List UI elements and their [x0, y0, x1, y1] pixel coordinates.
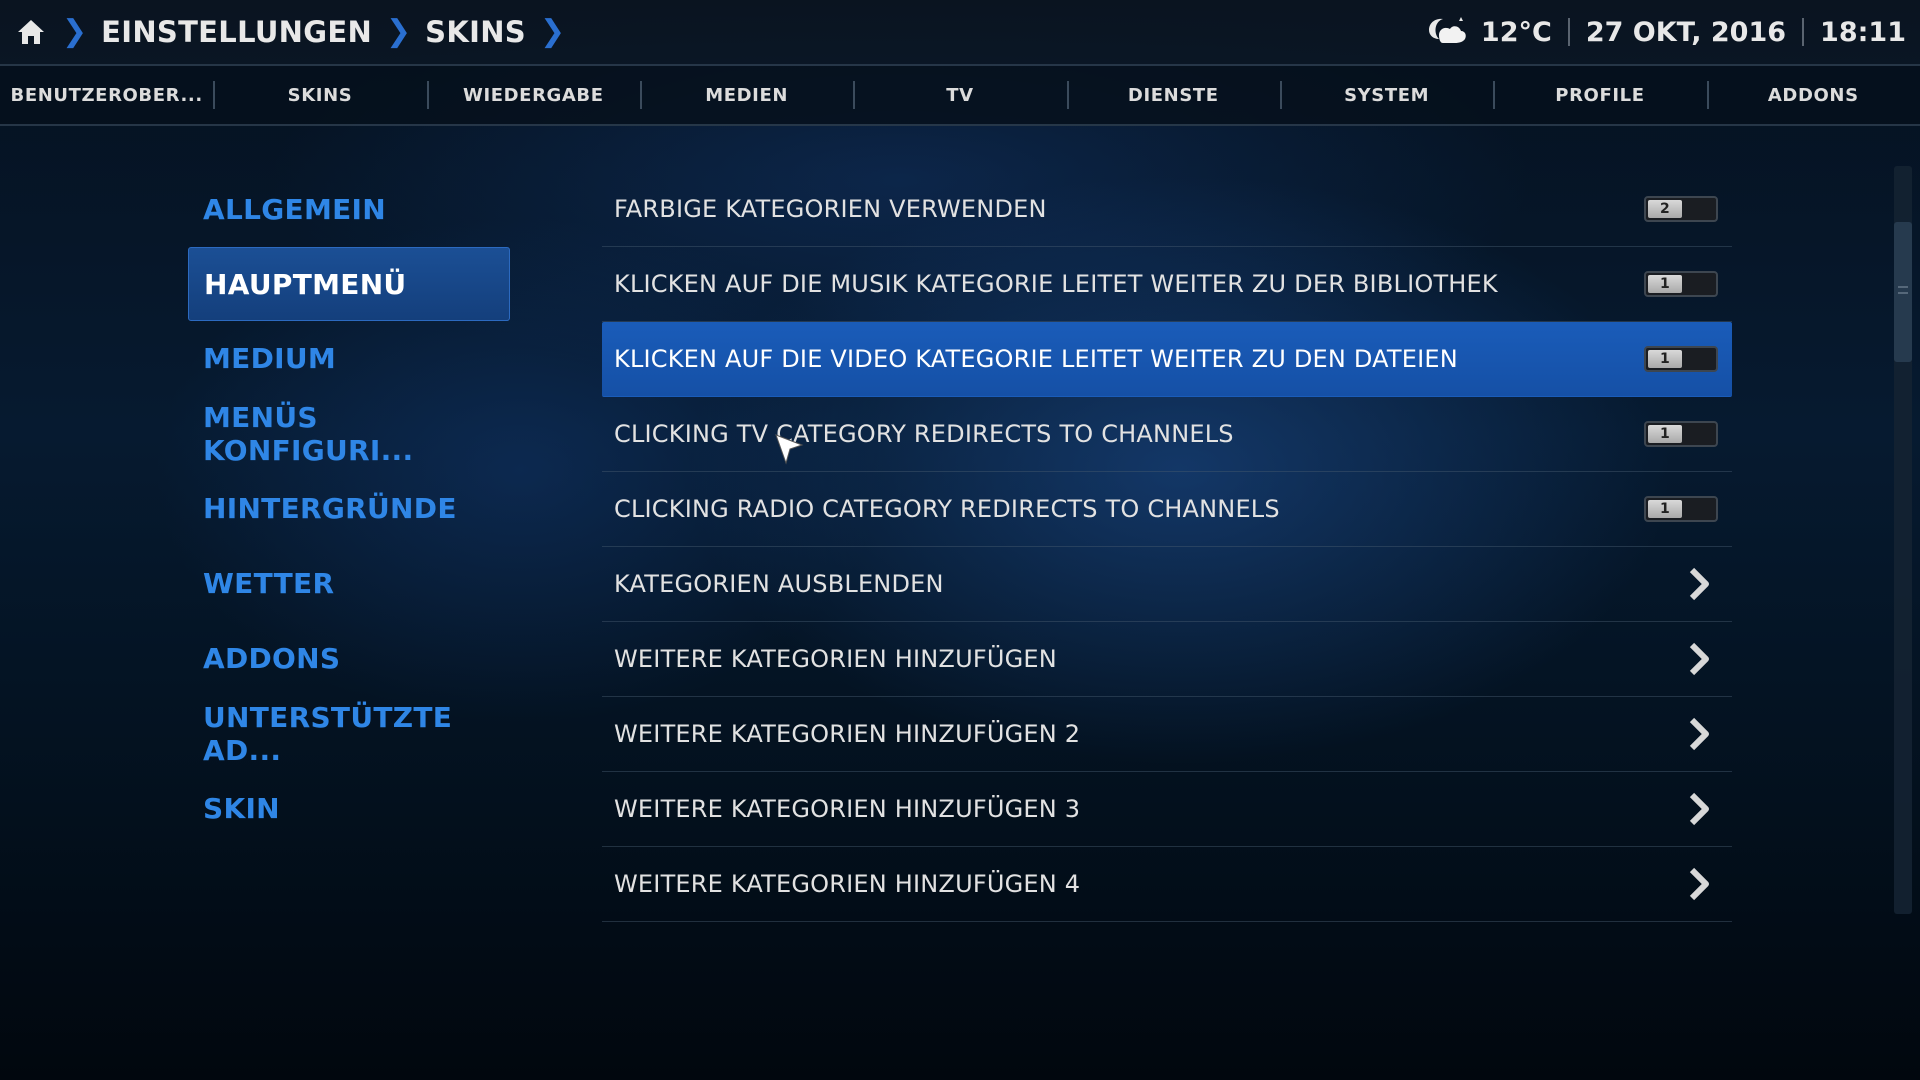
setting-label: KATEGORIEN AUSBLENDEN: [614, 570, 944, 598]
setting-row-kategorien-ausblenden[interactable]: KATEGORIEN AUSBLENDEN: [602, 547, 1732, 622]
breadcrumb-separator-icon: ❯: [386, 14, 412, 49]
clock-label: 18:11: [1820, 16, 1906, 48]
toggle-switch[interactable]: 1: [1644, 421, 1718, 447]
top-bar: ❯ EINSTELLUNGEN ❯ SKINS ❯ 12°C 27 OKT, 2…: [0, 0, 1920, 64]
temperature-label: 12°C: [1480, 16, 1552, 48]
partly-cloudy-night-icon: [1428, 17, 1466, 43]
toggle-switch[interactable]: 1: [1644, 346, 1718, 372]
menu-item-addons[interactable]: ADDONS: [188, 621, 510, 696]
toggle-knob: 1: [1648, 500, 1682, 518]
menu-item-allgemein[interactable]: ALLGEMEIN: [188, 172, 510, 247]
menu-item-menues-konfigurieren[interactable]: MENÜS KONFIGURI...: [188, 396, 510, 471]
setting-row-tv-channels[interactable]: CLICKING TV CATEGORY REDIRECTS TO CHANNE…: [602, 397, 1732, 472]
chevron-right-icon: [1689, 867, 1709, 901]
scrollbar-grip: [1898, 286, 1908, 288]
scrollbar[interactable]: [1894, 166, 1912, 914]
setting-label: FARBIGE KATEGORIEN VERWENDEN: [614, 195, 1047, 223]
breadcrumb-separator-icon: ❯: [539, 14, 566, 49]
menu-item-medium[interactable]: MEDIUM: [188, 321, 510, 396]
setting-row-weitere-kategorien-4[interactable]: WEITERE KATEGORIEN HINZUFÜGEN 4: [602, 847, 1732, 922]
tab-benutzeroberflaeche[interactable]: BENUTZEROBER...: [0, 66, 213, 124]
setting-row-video-dateien[interactable]: KLICKEN AUF DIE VIDEO KATEGORIE LEITET W…: [602, 322, 1732, 397]
chevron-right-icon: [1689, 642, 1709, 676]
setting-row-weitere-kategorien[interactable]: WEITERE KATEGORIEN HINZUFÜGEN: [602, 622, 1732, 697]
toggle-switch[interactable]: 1: [1644, 271, 1718, 297]
section-menu: ALLGEMEIN HAUPTMENÜ MEDIUM MENÜS KONFIGU…: [188, 172, 510, 846]
toggle-knob: 2: [1648, 200, 1682, 218]
toggle-switch[interactable]: 2: [1644, 196, 1718, 222]
breadcrumb-separator-icon: ❯: [62, 14, 88, 49]
scrollbar-grip: [1898, 292, 1908, 294]
setting-label: CLICKING RADIO CATEGORY REDIRECTS TO CHA…: [614, 495, 1280, 523]
tab-medien[interactable]: MEDIEN: [639, 66, 853, 124]
status-area: 12°C 27 OKT, 2016 18:11: [1425, 0, 1906, 64]
setting-row-farbige-kategorien[interactable]: FARBIGE KATEGORIEN VERWENDEN 2: [602, 172, 1732, 247]
home-icon[interactable]: [14, 15, 48, 49]
scrollbar-thumb[interactable]: [1894, 222, 1912, 362]
tab-system[interactable]: SYSTEM: [1279, 66, 1493, 124]
menu-item-hintergruende[interactable]: HINTERGRÜNDE: [188, 471, 510, 546]
menu-item-hauptmenue[interactable]: HAUPTMENÜ: [188, 247, 510, 321]
menu-item-wetter[interactable]: WETTER: [188, 546, 510, 621]
toggle-knob: 1: [1648, 350, 1682, 368]
breadcrumb: ❯ EINSTELLUNGEN ❯ SKINS ❯: [14, 0, 579, 64]
date-label: 27 OKT, 2016: [1585, 16, 1787, 48]
setting-label: WEITERE KATEGORIEN HINZUFÜGEN 3: [614, 795, 1081, 823]
tab-dienste[interactable]: DIENSTE: [1066, 66, 1280, 124]
setting-row-weitere-kategorien-3[interactable]: WEITERE KATEGORIEN HINZUFÜGEN 3: [602, 772, 1732, 847]
menu-item-unterstuetzte-addons[interactable]: UNTERSTÜTZTE AD...: [188, 696, 510, 771]
tab-wiedergabe[interactable]: WIEDERGABE: [426, 66, 640, 124]
setting-row-radio-channels[interactable]: CLICKING RADIO CATEGORY REDIRECTS TO CHA…: [602, 472, 1732, 547]
setting-label: WEITERE KATEGORIEN HINZUFÜGEN: [614, 645, 1057, 673]
toggle-switch[interactable]: 1: [1644, 496, 1718, 522]
menu-item-skin[interactable]: SKIN: [188, 771, 510, 846]
toggle-knob: 1: [1648, 425, 1682, 443]
settings-list: FARBIGE KATEGORIEN VERWENDEN 2 KLICKEN A…: [602, 172, 1732, 922]
toggle-knob: 1: [1648, 275, 1682, 293]
setting-label: WEITERE KATEGORIEN HINZUFÜGEN 4: [614, 870, 1081, 898]
chevron-right-icon: [1689, 717, 1709, 751]
mouse-cursor-icon: [775, 434, 804, 465]
status-divider: [1802, 18, 1805, 46]
tab-skins[interactable]: SKINS: [213, 66, 426, 124]
setting-label: KLICKEN AUF DIE MUSIK KATEGORIE LEITET W…: [614, 270, 1498, 298]
setting-label: CLICKING TV CATEGORY REDIRECTS TO CHANNE…: [614, 420, 1234, 448]
chevron-right-icon: [1689, 567, 1709, 601]
setting-row-weitere-kategorien-2[interactable]: WEITERE KATEGORIEN HINZUFÜGEN 2: [602, 697, 1732, 772]
tab-tv[interactable]: TV: [853, 66, 1066, 124]
tab-profile[interactable]: PROFILE: [1493, 66, 1706, 124]
category-tabs: BENUTZEROBER... SKINS WIEDERGABE MEDIEN …: [0, 64, 1920, 126]
tab-addons[interactable]: ADDONS: [1706, 66, 1920, 124]
setting-label: KLICKEN AUF DIE VIDEO KATEGORIE LEITET W…: [614, 345, 1458, 373]
chevron-right-icon: [1689, 792, 1709, 826]
status-divider: [1567, 18, 1570, 46]
breadcrumb-item-einstellungen[interactable]: EINSTELLUNGEN: [101, 15, 372, 49]
setting-row-musik-bibliothek[interactable]: KLICKEN AUF DIE MUSIK KATEGORIE LEITET W…: [602, 247, 1732, 322]
breadcrumb-item-skins[interactable]: SKINS: [425, 15, 526, 49]
setting-label: WEITERE KATEGORIEN HINZUFÜGEN 2: [614, 720, 1081, 748]
